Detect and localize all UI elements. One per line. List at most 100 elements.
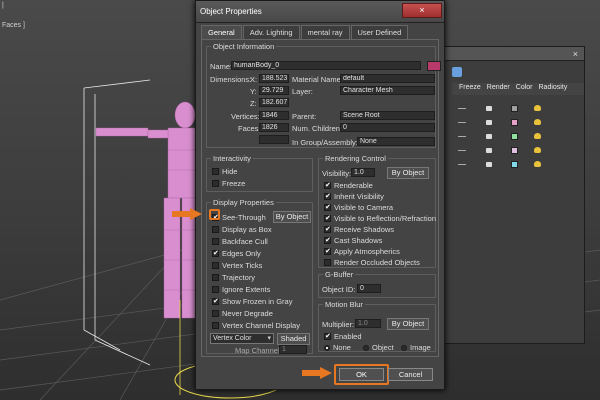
bulb-icon[interactable] bbox=[534, 105, 541, 111]
shaded-button[interactable]: Shaded bbox=[277, 333, 310, 345]
vertices-label: Vertices: bbox=[231, 112, 260, 121]
never-degrade-checkbox[interactable]: Never Degrade bbox=[212, 309, 273, 318]
ok-button[interactable]: OK bbox=[339, 368, 384, 381]
cast-shadows-checkbox[interactable]: ✔ Cast Shadows bbox=[324, 236, 382, 245]
scene-explorer-titlebar[interactable] bbox=[438, 47, 584, 61]
rendering-control-group: Rendering Control Visibility: 1.0 By Obj… bbox=[318, 154, 436, 268]
scene-explorer-icon bbox=[452, 67, 462, 77]
list-row[interactable] bbox=[456, 159, 582, 169]
dialog-close-button[interactable]: × bbox=[402, 3, 442, 18]
dialog-titlebar[interactable]: Object Properties × bbox=[196, 1, 444, 23]
tab-general[interactable]: General bbox=[201, 25, 242, 39]
bulb-icon[interactable] bbox=[534, 161, 541, 167]
motion-blur-none-radio[interactable]: None bbox=[324, 343, 351, 352]
color-swatch[interactable] bbox=[511, 160, 518, 168]
group-label: G-Buffer bbox=[323, 270, 356, 279]
interactivity-group: Interactivity Hide Freeze bbox=[206, 154, 313, 192]
tab-bar: General Adv. Lighting mental ray User De… bbox=[201, 25, 409, 39]
list-row[interactable] bbox=[456, 145, 582, 155]
backface-cull-checkbox[interactable]: Backface Cull bbox=[212, 237, 268, 246]
x-label: X: bbox=[250, 75, 258, 84]
parent-label: Parent: bbox=[292, 112, 317, 121]
teapot-icon[interactable] bbox=[486, 105, 492, 111]
freeze-icon[interactable] bbox=[458, 149, 466, 151]
color-swatch[interactable] bbox=[511, 146, 518, 154]
map-channel-field[interactable]: 1 bbox=[279, 345, 307, 354]
bulb-icon[interactable] bbox=[534, 147, 541, 153]
apply-atmospherics-checkbox[interactable]: ✔ Apply Atmospherics bbox=[324, 247, 400, 256]
renderable-checkbox[interactable]: ✔ Renderable bbox=[324, 181, 373, 190]
column-render[interactable]: Render bbox=[484, 83, 513, 95]
motion-blur-group: Motion Blur Multiplier: 1.0 By Object ✔ E… bbox=[318, 300, 436, 352]
vertex-channel-display-checkbox[interactable]: Vertex Channel Display bbox=[212, 321, 300, 330]
display-by-object-button[interactable]: By Object bbox=[273, 211, 311, 223]
dimension-x-field: 188.523 bbox=[259, 74, 289, 83]
freeze-icon[interactable] bbox=[458, 107, 466, 109]
freeze-icon[interactable] bbox=[458, 135, 466, 137]
hide-checkbox[interactable]: Hide bbox=[212, 167, 237, 176]
motion-blur-image-radio[interactable]: Image bbox=[401, 343, 431, 352]
edges-only-checkbox[interactable]: ✔ Edges Only bbox=[212, 249, 261, 258]
bulb-icon[interactable] bbox=[534, 133, 541, 139]
show-frozen-gray-checkbox[interactable]: ✔ Show Frozen in Gray bbox=[212, 297, 292, 306]
object-id-field[interactable]: 0 bbox=[357, 284, 381, 293]
column-color[interactable]: Color bbox=[513, 83, 536, 95]
column-freeze[interactable]: Freeze bbox=[456, 83, 484, 95]
group-label: Interactivity bbox=[211, 154, 253, 163]
teapot-icon[interactable] bbox=[486, 133, 492, 139]
bulb-icon[interactable] bbox=[534, 119, 541, 125]
color-swatch[interactable] bbox=[511, 118, 518, 126]
visible-to-camera-checkbox[interactable]: ✔ Visible to Camera bbox=[324, 203, 393, 212]
list-row[interactable] bbox=[456, 103, 582, 113]
motion-blur-enabled-checkbox[interactable]: ✔ Enabled bbox=[324, 332, 362, 341]
see-through-checkbox[interactable]: ✔ See-Through bbox=[212, 213, 266, 222]
display-as-box-checkbox[interactable]: Display as Box bbox=[212, 225, 272, 234]
object-color-swatch[interactable] bbox=[427, 61, 441, 71]
color-swatch[interactable] bbox=[511, 132, 518, 140]
y-label: Y: bbox=[250, 87, 257, 96]
vertex-color-select[interactable]: Vertex Color bbox=[210, 333, 274, 344]
object-id-label: Object ID: bbox=[322, 285, 356, 294]
receive-shadows-checkbox[interactable]: ✔ Receive Shadows bbox=[324, 225, 394, 234]
multiplier-field[interactable]: 1.0 bbox=[355, 319, 381, 328]
layer-field: Character Mesh bbox=[340, 86, 435, 95]
dimension-z-field: 182.607 bbox=[259, 98, 289, 107]
teapot-icon[interactable] bbox=[486, 147, 492, 153]
name-field[interactable]: humanBody_0 bbox=[231, 61, 421, 70]
tab-mental-ray[interactable]: mental ray bbox=[300, 25, 350, 39]
trajectory-checkbox[interactable]: Trajectory bbox=[212, 273, 255, 282]
object-information-group: Object Information Name: humanBody_0 Dim… bbox=[206, 42, 441, 148]
column-radiosity[interactable]: Radiosity bbox=[536, 83, 571, 95]
general-panel: Object Information Name: humanBody_0 Dim… bbox=[201, 39, 441, 357]
freeze-icon[interactable] bbox=[458, 121, 466, 123]
tab-user-defined[interactable]: User Defined bbox=[350, 25, 409, 39]
name-label: Name: bbox=[210, 62, 233, 71]
group-assembly-field: None bbox=[357, 137, 435, 146]
motion-blur-by-object-button[interactable]: By Object bbox=[387, 318, 429, 330]
vertex-ticks-checkbox[interactable]: Vertex Ticks bbox=[212, 261, 262, 270]
list-row[interactable] bbox=[456, 117, 582, 127]
children-field: 0 bbox=[340, 123, 435, 132]
freeze-icon[interactable] bbox=[458, 163, 466, 165]
cancel-button[interactable]: Cancel bbox=[388, 368, 433, 381]
render-occluded-checkbox[interactable]: Render Occluded Objects bbox=[324, 258, 420, 267]
list-row[interactable] bbox=[456, 131, 582, 141]
faces-field: 1826 bbox=[259, 123, 289, 132]
motion-blur-object-radio[interactable]: Object bbox=[363, 343, 394, 352]
object-properties-dialog[interactable]: Object Properties × General Adv. Lightin… bbox=[195, 0, 445, 390]
visibility-field[interactable]: 1.0 bbox=[351, 168, 375, 177]
tab-adv-lighting[interactable]: Adv. Lighting bbox=[242, 25, 300, 39]
close-icon[interactable]: × bbox=[573, 49, 578, 59]
ignore-extents-checkbox[interactable]: Ignore Extents bbox=[212, 285, 270, 294]
rendering-by-object-button[interactable]: By Object bbox=[387, 167, 429, 179]
color-swatch[interactable] bbox=[511, 104, 518, 112]
teapot-icon[interactable] bbox=[486, 119, 492, 125]
dimensions-label: Dimensions: bbox=[210, 75, 252, 84]
inherit-visibility-checkbox[interactable]: ✔ Inherit Visibility bbox=[324, 192, 384, 201]
dimension-y-field: 29.729 bbox=[259, 86, 289, 95]
visible-to-reflection-checkbox[interactable]: ✔ Visible to Reflection/Refraction bbox=[324, 214, 436, 223]
faces-label: Faces: bbox=[238, 124, 261, 133]
teapot-icon[interactable] bbox=[486, 161, 492, 167]
freeze-checkbox[interactable]: Freeze bbox=[212, 179, 245, 188]
scene-explorer-window[interactable]: × Freeze Render Color Radiosity bbox=[437, 46, 585, 344]
